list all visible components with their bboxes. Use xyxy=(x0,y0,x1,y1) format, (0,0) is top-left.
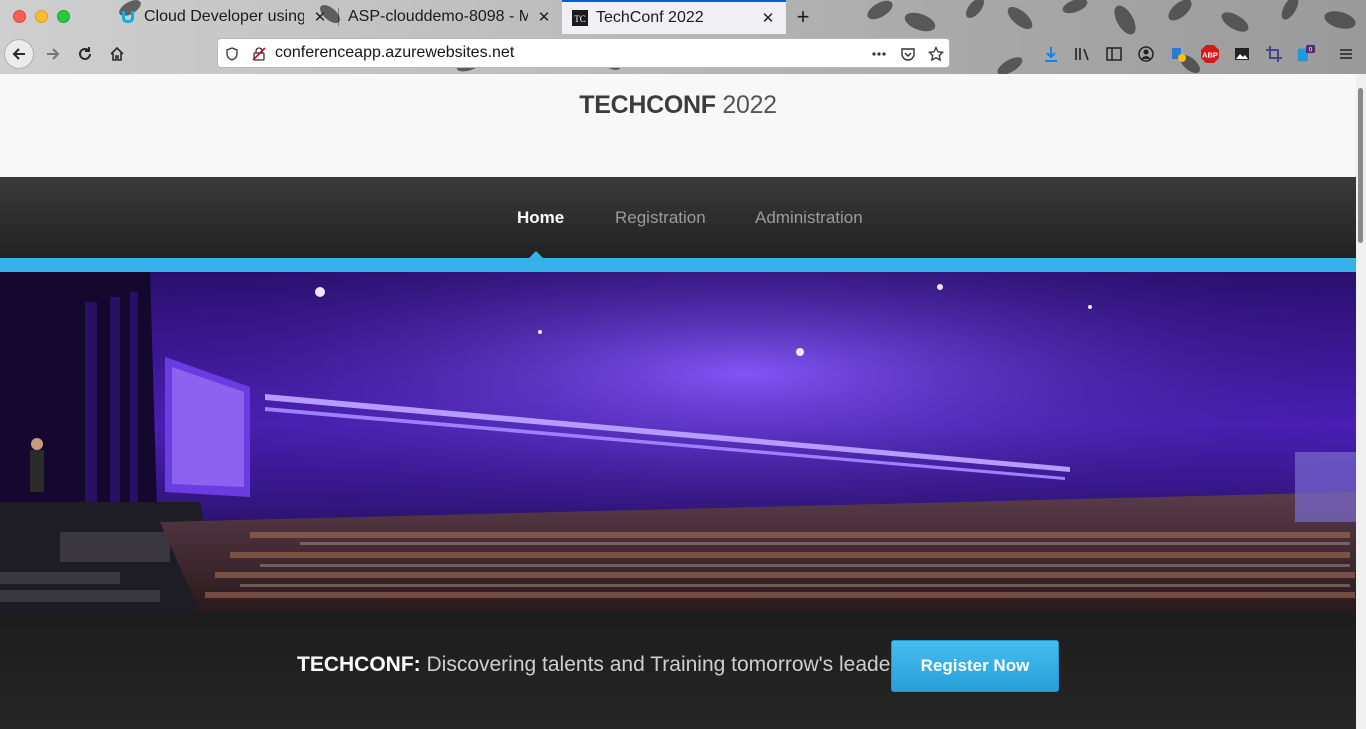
hamburger-menu-icon[interactable] xyxy=(1336,44,1356,64)
url-text: conferenceapp.azurewebsites.net xyxy=(275,44,515,61)
close-tab-icon[interactable]: ✕ xyxy=(312,9,328,26)
crop-screenshot-icon[interactable] xyxy=(1264,44,1284,64)
tracking-shield-icon[interactable] xyxy=(224,46,240,62)
close-tab-icon[interactable]: ✕ xyxy=(536,9,552,26)
insecure-lock-icon[interactable] xyxy=(251,46,267,62)
home-button[interactable] xyxy=(102,39,132,69)
tagline-brand: TECHCONF: xyxy=(297,653,421,676)
library-icon[interactable] xyxy=(1072,44,1092,64)
tab-techconf[interactable]: TC TechConf 2022 ✕ xyxy=(562,0,786,34)
page-actions-icon[interactable] xyxy=(871,46,887,62)
conference-hall-photo xyxy=(0,272,1356,612)
home-icon xyxy=(110,46,124,61)
extension-puzzle-icon[interactable] xyxy=(1168,44,1188,64)
nav-registration[interactable]: Registration xyxy=(615,208,706,228)
pocket-icon[interactable] xyxy=(900,46,916,62)
back-button[interactable] xyxy=(4,39,34,69)
bookmark-star-icon[interactable] xyxy=(928,46,944,62)
downloads-icon[interactable] xyxy=(1041,44,1061,64)
reload-icon xyxy=(79,47,91,60)
arrow-right-icon xyxy=(47,48,60,60)
reload-button[interactable] xyxy=(70,39,100,69)
logo-year: 2022 xyxy=(722,91,777,119)
tab-cloud-developer[interactable]: Cloud Developer using ✕ xyxy=(110,0,338,34)
site-logo[interactable]: TECHCONF 2022 xyxy=(0,91,1356,120)
web-page: TECHCONF 2022 Home Registration Administ… xyxy=(0,74,1356,729)
window-maximize-button[interactable] xyxy=(57,10,70,23)
arrow-left-icon xyxy=(12,48,25,60)
page-scrollbar[interactable] xyxy=(1356,74,1366,729)
accent-bar xyxy=(0,258,1356,272)
tagline: TECHCONF: Discovering talents and Traini… xyxy=(297,653,908,677)
image-icon[interactable] xyxy=(1232,44,1252,64)
scrollbar-thumb[interactable] xyxy=(1358,88,1363,243)
nav-administration[interactable]: Administration xyxy=(755,208,863,228)
favicon-label: TC xyxy=(574,14,586,24)
tab-title: Cloud Developer using xyxy=(144,8,304,25)
register-now-button[interactable]: Register Now xyxy=(891,640,1059,692)
account-icon[interactable] xyxy=(1136,44,1156,64)
site-header: TECHCONF 2022 xyxy=(0,74,1356,177)
cta-band: TECHCONF: Discovering talents and Traini… xyxy=(0,612,1356,729)
hero-image xyxy=(0,272,1356,612)
techconf-favicon-icon: TC xyxy=(572,10,588,26)
address-bar[interactable]: conferenceapp.azurewebsites.net xyxy=(217,38,950,68)
adblock-plus-icon[interactable]: ABP xyxy=(1200,44,1220,64)
nav-home[interactable]: Home xyxy=(517,208,564,228)
badge-count: 0 xyxy=(1309,47,1313,54)
logo-name: TECHCONF xyxy=(579,91,716,119)
tab-title: TechConf 2022 xyxy=(596,9,704,26)
window-close-button[interactable] xyxy=(13,10,26,23)
forward-button[interactable] xyxy=(38,39,68,69)
tagline-text: Discovering talents and Training tomorro… xyxy=(420,653,908,676)
sidebar-icon[interactable] xyxy=(1104,44,1124,64)
browser-chrome: Cloud Developer using ✕ ASP-clouddemo-80… xyxy=(0,0,1366,74)
close-tab-icon[interactable]: ✕ xyxy=(760,10,776,27)
tab-strip: Cloud Developer using ✕ ASP-clouddemo-80… xyxy=(0,0,1366,34)
new-tab-button[interactable]: + xyxy=(790,4,816,30)
udacity-icon xyxy=(120,9,136,25)
window-minimize-button[interactable] xyxy=(35,10,48,23)
tab-asp-clouddemo[interactable]: ASP-clouddemo-8098 - M ✕ xyxy=(338,0,562,34)
tab-title: ASP-clouddemo-8098 - M xyxy=(348,8,528,25)
abp-label: ABP xyxy=(1202,51,1218,60)
browser-toolbar: conferenceapp.azurewebsites.net ABP 0 xyxy=(0,34,1366,74)
notification-badge-icon[interactable]: 0 xyxy=(1296,44,1316,64)
main-navigation: Home Registration Administration xyxy=(0,177,1356,259)
